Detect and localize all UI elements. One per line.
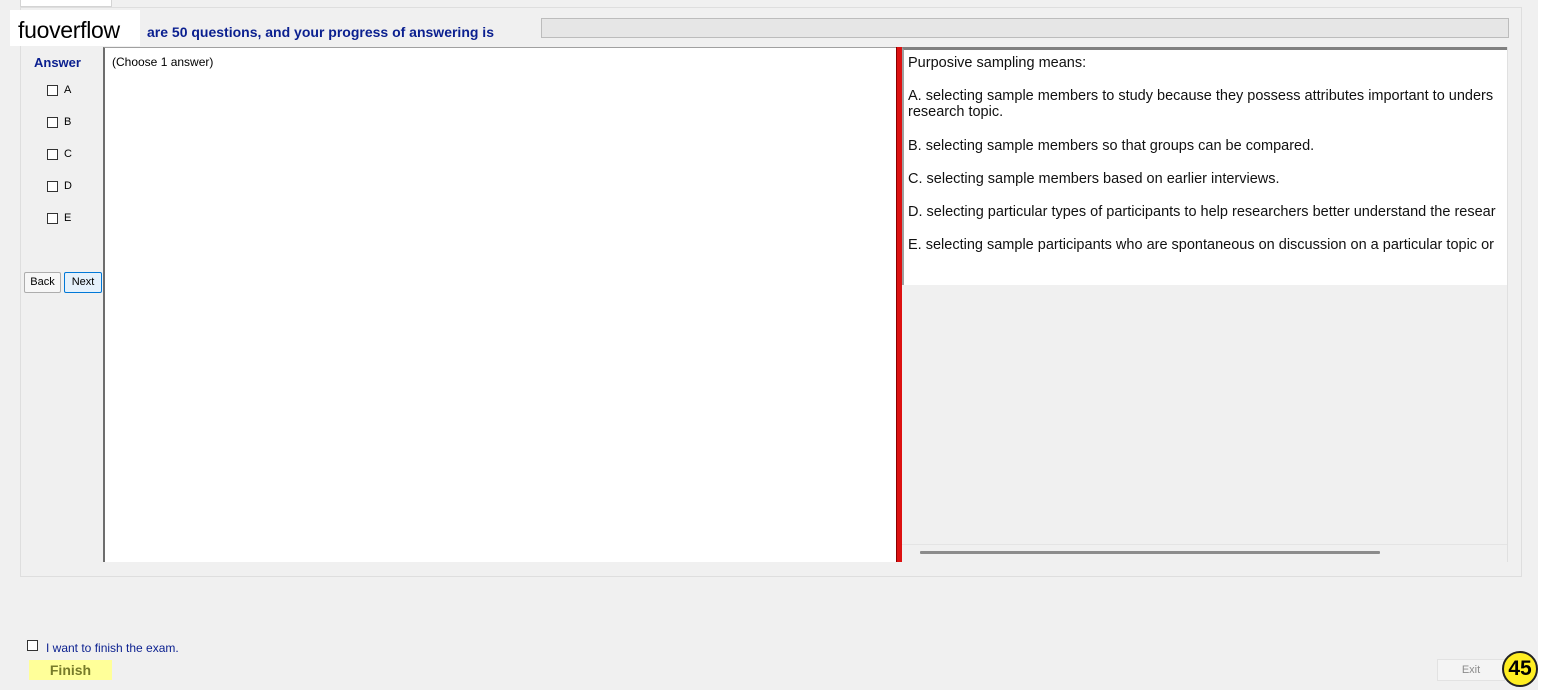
question-option-d: D. selecting particular types of partici…	[908, 204, 1496, 220]
option-e[interactable]: E	[47, 210, 71, 226]
progress-text: are 50 questions, and your progress of a…	[147, 24, 494, 40]
option-d[interactable]: D	[47, 178, 72, 194]
next-button[interactable]: Next	[64, 272, 102, 293]
option-c[interactable]: C	[47, 146, 72, 162]
option-e-label: E	[64, 212, 72, 224]
finish-exam-label[interactable]: I want to finish the exam.	[46, 641, 179, 655]
question-option-a: A. selecting sample members to study bec…	[908, 88, 1494, 104]
exit-button[interactable]: Exit	[1437, 659, 1505, 681]
question-option-c: C. selecting sample members based on ear…	[908, 171, 1280, 187]
option-d-label: D	[64, 180, 72, 192]
question-text-box[interactable]: Purposive sampling means: A. selecting s…	[902, 47, 1507, 285]
option-b[interactable]: B	[47, 114, 71, 130]
choose-answer-hint: (Choose 1 answer)	[112, 55, 214, 69]
finish-button[interactable]: Finish	[29, 660, 112, 680]
question-option-e: E. selecting sample participants who are…	[908, 237, 1494, 253]
finish-exam-checkbox[interactable]	[27, 640, 38, 651]
question-option-a-continued: research topic.	[908, 104, 1004, 120]
option-b-checkbox[interactable]	[47, 116, 58, 128]
question-number-badge: 45	[1502, 651, 1538, 687]
option-a-checkbox[interactable]	[47, 84, 58, 96]
horizontal-scrollbar-thumb[interactable]	[920, 551, 1380, 554]
option-c-checkbox[interactable]	[47, 148, 58, 160]
window-right-edge	[1538, 0, 1542, 690]
question-panel: Purposive sampling means: A. selecting s…	[902, 47, 1508, 562]
option-a[interactable]: A	[47, 82, 71, 98]
answer-heading: Answer	[34, 55, 81, 70]
question-stem: Purposive sampling means:	[908, 55, 1087, 71]
option-e-checkbox[interactable]	[47, 212, 58, 224]
top-tab-edge	[20, 0, 112, 7]
back-button[interactable]: Back	[24, 272, 61, 293]
answer-text-area[interactable]: (Choose 1 answer)	[103, 47, 896, 562]
progress-bar	[541, 18, 1509, 38]
question-option-b: B. selecting sample members so that grou…	[908, 138, 1315, 154]
watermark-label: fuoverflow	[10, 10, 140, 46]
option-d-checkbox[interactable]	[47, 180, 58, 192]
option-b-label: B	[64, 116, 72, 128]
option-a-label: A	[64, 84, 72, 96]
option-c-label: C	[64, 148, 72, 160]
